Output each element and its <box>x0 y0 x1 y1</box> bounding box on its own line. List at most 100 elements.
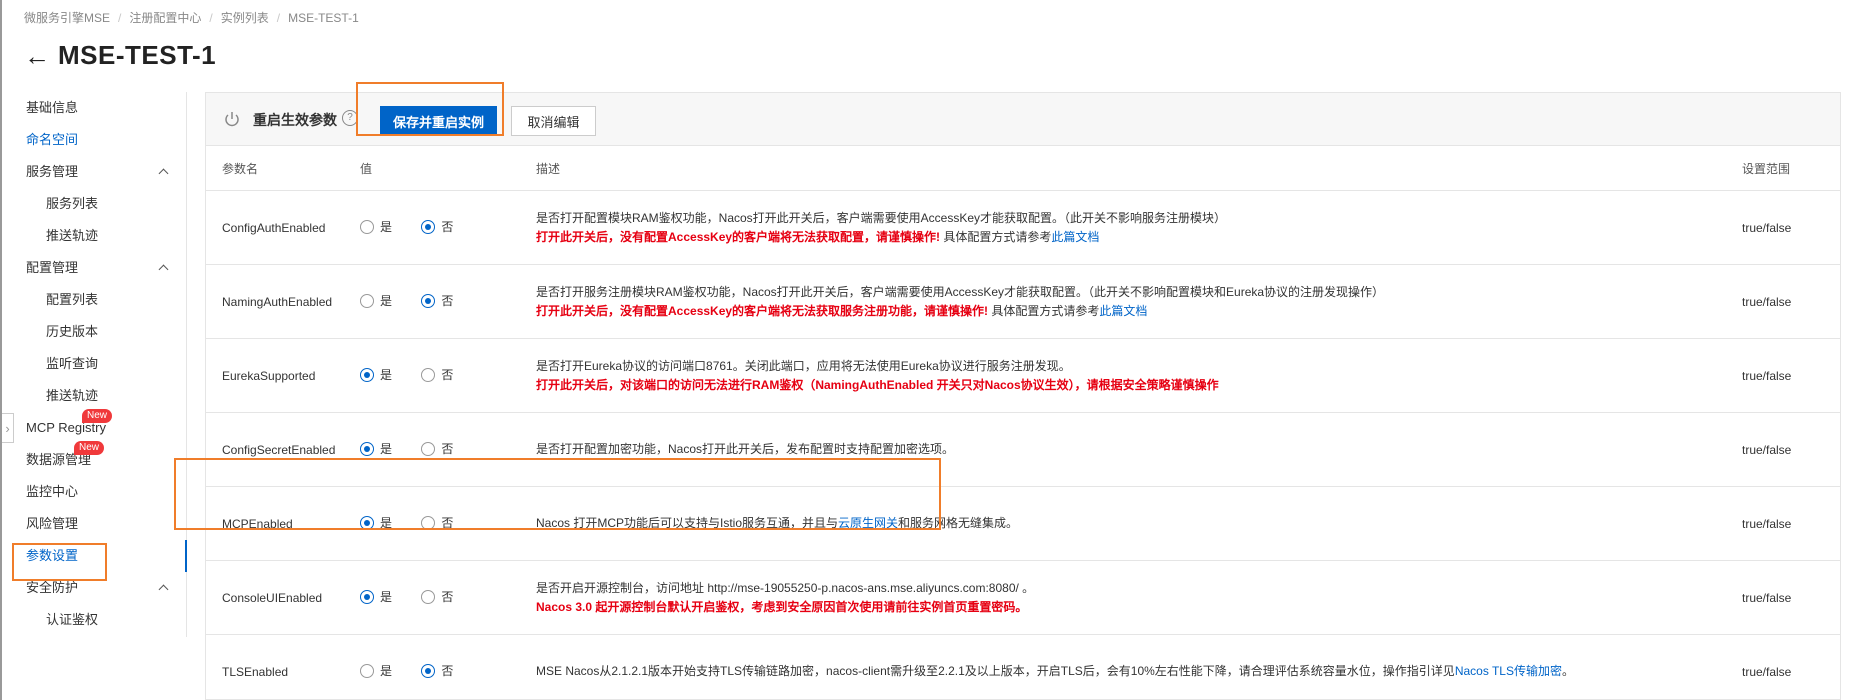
param-name: EurekaSupported <box>222 368 316 383</box>
radio-circle-selected <box>360 367 374 382</box>
table-row: EurekaSupported 是 否 是否打开Eureka协议的访问端口876… <box>206 338 1840 413</box>
breadcrumb-item[interactable]: 注册配置中心 <box>129 9 201 26</box>
radio-no[interactable]: 否 <box>421 218 453 235</box>
param-range: true/false <box>1742 664 1792 679</box>
radio-label: 否 <box>441 294 454 309</box>
radio-yes[interactable]: 是 <box>360 218 392 235</box>
radio-label: 是 <box>380 664 393 679</box>
radio-no[interactable]: 否 <box>421 662 453 679</box>
sidebar-item-label: 基础信息 <box>26 100 79 115</box>
radio-label: 是 <box>380 590 393 605</box>
breadcrumb-item[interactable]: 微服务引擎MSE <box>24 9 110 26</box>
sidebar-item-label: 配置管理 <box>26 260 79 275</box>
doc-link[interactable]: 此篇文档 <box>1099 304 1147 318</box>
sidebar-item-auth[interactable]: 认证鉴权 <box>14 604 186 636</box>
breadcrumb-separator: / <box>276 10 281 25</box>
sidebar-item-risk-mgmt[interactable]: 风险管理 <box>14 508 186 540</box>
sidebar-item-label: 配置列表 <box>46 292 99 307</box>
column-header-range: 设置范围 <box>1742 146 1840 191</box>
page-header: ← MSE-TEST-1 <box>24 40 216 71</box>
param-range: true/false <box>1742 516 1792 531</box>
radio-circle-selected <box>421 219 436 234</box>
sidebar-item-datasource-mgmt[interactable]: 数据源管理 New <box>14 441 186 476</box>
power-icon <box>225 112 239 127</box>
radio-circle <box>360 293 374 308</box>
sidebar-item-service-push-trace[interactable]: 推送轨迹 <box>14 220 186 252</box>
radio-label: 是 <box>380 220 393 235</box>
radio-label: 否 <box>441 590 454 605</box>
param-description: 是否开启开源控制台，访问地址 http://mse-19055250-p.nac… <box>536 580 1035 595</box>
sidebar-item-monitor[interactable]: 监控中心 <box>14 476 186 508</box>
radio-no[interactable]: 否 <box>421 440 453 457</box>
chevron-up-icon <box>156 252 172 284</box>
table-row: TLSEnabled 是 否 MSE Nacos从2.1.2.1版本开始支持TL… <box>206 634 1840 699</box>
radio-label: 是 <box>380 368 393 383</box>
sidebar-item-config-push-trace[interactable]: 推送轨迹 <box>14 380 186 412</box>
sidebar-item-label: 监控中心 <box>26 484 79 499</box>
cancel-edit-button[interactable]: 取消编辑 <box>511 106 596 136</box>
radio-circle-selected <box>421 293 436 308</box>
column-header-name: 参数名 <box>206 146 360 191</box>
table-row: ConfigAuthEnabled 是 否 是否打开配置模块RAM鉴权功能，Na… <box>206 190 1840 265</box>
chevron-up-icon <box>156 156 172 188</box>
radio-circle <box>360 663 374 678</box>
radio-no[interactable]: 否 <box>421 588 453 605</box>
param-name: TLSEnabled <box>222 664 289 679</box>
radio-yes[interactable]: 是 <box>360 366 392 383</box>
sidebar-item-namespace[interactable]: 命名空间 <box>14 124 186 156</box>
radio-no[interactable]: 否 <box>421 292 453 309</box>
param-desc-tail: 具体配置方式请参考 <box>940 229 1052 244</box>
sidebar-collapse-handle[interactable]: › <box>2 413 14 443</box>
param-desc-tail: 具体配置方式请参考 <box>988 303 1100 318</box>
radio-circle <box>421 441 436 456</box>
sidebar-group-service-mgmt[interactable]: 服务管理 <box>14 156 186 188</box>
table-header-row: 参数名 值 描述 设置范围 <box>206 146 1840 191</box>
radio-circle <box>360 219 374 234</box>
radio-label: 是 <box>380 442 393 457</box>
sidebar-item-label: 认证鉴权 <box>46 612 99 627</box>
radio-yes[interactable]: 是 <box>360 292 392 309</box>
sidebar-item-config-list[interactable]: 配置列表 <box>14 284 186 316</box>
params-table: 参数名 值 描述 设置范围 ConfigAuthEnabled 是 否 是否打开… <box>206 146 1840 699</box>
doc-link[interactable]: 此篇文档 <box>1051 230 1099 244</box>
sidebar-item-basic-info[interactable]: 基础信息 <box>14 92 186 124</box>
sidebar-item-history[interactable]: 历史版本 <box>14 316 186 348</box>
radio-yes[interactable]: 是 <box>360 440 392 457</box>
param-description: MSE Nacos从2.1.2.1版本开始支持TLS传输链路加密，nacos-c… <box>536 664 1455 678</box>
sidebar-item-service-list[interactable]: 服务列表 <box>14 188 186 220</box>
param-warning: 打开此开关后，对该端口的访问无法进行RAM鉴权（NamingAuthEnable… <box>536 377 1219 392</box>
radio-label: 否 <box>441 442 454 457</box>
param-range: true/false <box>1742 220 1792 235</box>
breadcrumb-item[interactable]: 实例列表 <box>221 9 269 26</box>
sidebar-item-label: 推送轨迹 <box>46 388 99 403</box>
back-arrow-icon[interactable]: ← <box>24 43 50 69</box>
radio-yes[interactable]: 是 <box>360 588 392 605</box>
active-indicator <box>185 540 187 572</box>
page-title: MSE-TEST-1 <box>58 40 217 70</box>
param-warning: 打开此开关后，没有配置AccessKey的客户端将无法获取服务注册功能，请谨慎操… <box>536 303 989 318</box>
highlight-frame-console-ui-row <box>174 458 941 530</box>
sidebar-group-config-mgmt[interactable]: 配置管理 <box>14 252 186 284</box>
tls-doc-link[interactable]: Nacos TLS传输加密 <box>1455 664 1562 678</box>
chevron-up-icon <box>156 572 172 604</box>
highlight-frame-param-settings <box>12 543 107 581</box>
sidebar-item-label: 历史版本 <box>46 324 99 339</box>
sidebar-item-listen-query[interactable]: 监听查询 <box>14 348 186 380</box>
radio-circle-selected <box>360 589 374 604</box>
param-name: ConfigSecretEnabled <box>222 442 336 457</box>
chevron-right-icon: › <box>5 420 10 436</box>
param-name: ConfigAuthEnabled <box>222 220 326 235</box>
radio-label: 否 <box>441 220 454 235</box>
radio-circle <box>421 589 436 604</box>
sidebar-item-label: 监听查询 <box>46 356 99 371</box>
toolbar-title: 重启生效参数 <box>253 112 337 128</box>
radio-circle-selected <box>421 663 436 678</box>
sidebar-item-label: 风险管理 <box>26 516 79 531</box>
radio-yes[interactable]: 是 <box>360 662 392 679</box>
sidebar-item-mcp-registry[interactable]: MCP Registry New <box>14 409 186 444</box>
param-desc-after: 。 <box>1561 664 1574 678</box>
param-description: 是否打开Eureka协议的访问端口8761。关闭此端口，应用将无法使用Eurek… <box>536 358 1071 373</box>
sidebar-item-label: 服务列表 <box>46 196 99 211</box>
radio-no[interactable]: 否 <box>421 366 453 383</box>
param-range: true/false <box>1742 368 1792 383</box>
